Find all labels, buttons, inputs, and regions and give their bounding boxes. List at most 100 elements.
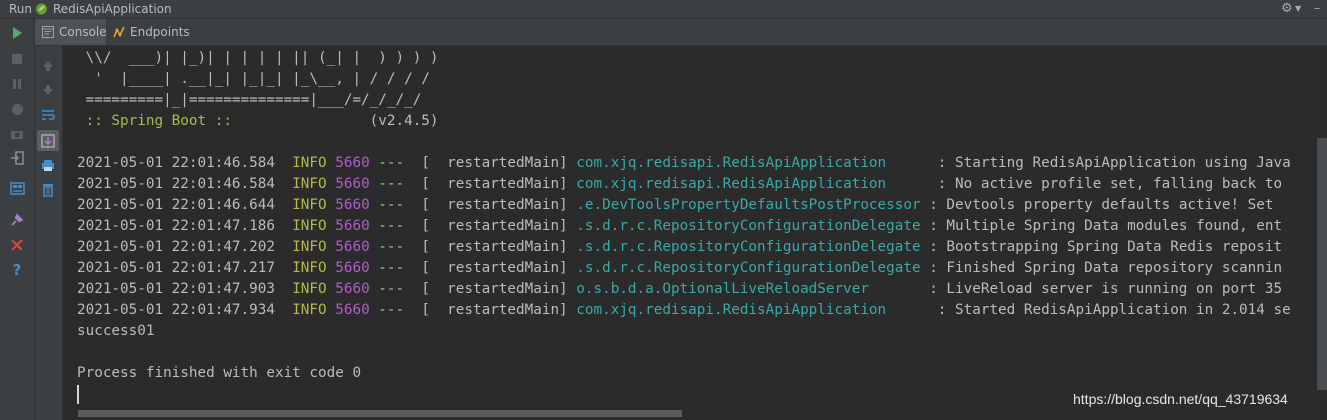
tool-window-tabs: Console Endpoints xyxy=(35,19,1327,46)
spring-boot-line: :: Spring Boot :: (v2.4.5) xyxy=(77,111,439,132)
tab-endpoints[interactable]: Endpoints xyxy=(106,19,191,45)
banner-line: =========|_|==============|___/=/_/_/_/ xyxy=(77,92,422,108)
log-timestamp: 2021-05-01 22:01:47.934 xyxy=(77,302,275,318)
log-logger: com.xjq.redisapi.RedisApiApplication xyxy=(576,176,938,192)
log-message: : Started RedisApiApplication in 2.014 s… xyxy=(937,302,1291,318)
banner-line: \\/ ___)| |_)| | | | | || (_| | ) ) ) ) xyxy=(77,50,439,66)
log-logger: com.xjq.redisapi.RedisApiApplication xyxy=(576,155,938,171)
log-pid: 5660 xyxy=(335,302,370,318)
log-pid: 5660 xyxy=(335,176,370,192)
log-logger: com.xjq.redisapi.RedisApiApplication xyxy=(576,302,938,318)
log-pid: 5660 xyxy=(335,218,370,234)
log-level: INFO xyxy=(292,155,327,171)
log-logger: .e.DevToolsPropertyDefaultsPostProcessor xyxy=(576,197,921,213)
log-pid: 5660 xyxy=(335,239,370,255)
log-pid: 5660 xyxy=(335,281,370,297)
log-pid: 5660 xyxy=(335,197,370,213)
log-timestamp: 2021-05-01 22:01:47.217 xyxy=(77,260,275,276)
chevron-down-icon[interactable]: ▼ xyxy=(1295,0,1301,18)
log-thread: --- [ restartedMain] xyxy=(378,239,568,255)
log-timestamp: 2021-05-01 22:01:46.644 xyxy=(77,197,275,213)
soft-wrap-icon[interactable] xyxy=(40,107,56,123)
trash-icon[interactable] xyxy=(40,182,56,198)
log-logger: o.s.b.d.a.OptionalLiveReloadServer xyxy=(576,281,930,297)
watermark: https://blog.csdn.net/qq_43719634 xyxy=(1073,391,1288,407)
log-thread: --- [ restartedMain] xyxy=(378,218,568,234)
exit-icon[interactable] xyxy=(9,150,25,166)
log-line: 2021-05-01 22:01:47.934 INFO 5660 --- [ … xyxy=(77,300,1291,321)
spring-boot-label: :: Spring Boot :: xyxy=(77,113,241,129)
log-level: INFO xyxy=(292,302,327,318)
log-line: 2021-05-01 22:01:46.584 INFO 5660 --- [ … xyxy=(77,174,1282,195)
run-toolbar: ? xyxy=(0,19,35,420)
log-timestamp: 2021-05-01 22:01:47.186 xyxy=(77,218,275,234)
pause-icon[interactable] xyxy=(9,76,25,92)
tab-endpoints-label: Endpoints xyxy=(130,25,190,39)
endpoints-icon xyxy=(113,26,125,38)
log-thread: --- [ restartedMain] xyxy=(378,281,568,297)
spring-leaf-icon xyxy=(36,3,47,15)
process-finished-line: Process finished with exit code 0 xyxy=(77,365,362,381)
log-level: INFO xyxy=(292,281,327,297)
log-message: : Finished Spring Data repository scanni… xyxy=(920,260,1283,276)
scroll-to-end-icon[interactable] xyxy=(37,130,59,151)
console-toolbar xyxy=(35,46,63,420)
close-icon[interactable] xyxy=(9,237,25,253)
log-level: INFO xyxy=(292,176,327,192)
log-thread: --- [ restartedMain] xyxy=(378,260,568,276)
tab-console-label: Console xyxy=(59,25,107,39)
vertical-scrollbar[interactable] xyxy=(1317,138,1327,390)
log-timestamp: 2021-05-01 22:01:47.903 xyxy=(77,281,275,297)
log-line: 2021-05-01 22:01:47.186 INFO 5660 --- [ … xyxy=(77,216,1282,237)
log-message: : Devtools property defaults active! Set xyxy=(920,197,1274,213)
log-line: 2021-05-01 22:01:47.202 INFO 5660 --- [ … xyxy=(77,237,1282,258)
program-output-line: success01 xyxy=(77,323,155,339)
log-timestamp: 2021-05-01 22:01:46.584 xyxy=(77,176,275,192)
banner-line: ' |____| .__|_| |_|_| |_\__, | / / / / xyxy=(77,71,430,87)
spring-boot-version: (v2.4.5) xyxy=(240,113,439,129)
log-logger: .s.d.r.c.RepositoryConfigurationDelegate xyxy=(576,218,921,234)
minimize-icon[interactable]: – xyxy=(1314,0,1320,17)
log-logger: .s.d.r.c.RepositoryConfigurationDelegate xyxy=(576,239,921,255)
console-output[interactable]: \\/ ___)| |_)| | | | | || (_| | ) ) ) ) … xyxy=(63,46,1327,420)
log-message: : Starting RedisApiApplication using Jav… xyxy=(937,155,1291,171)
log-pid: 5660 xyxy=(335,260,370,276)
log-level: INFO xyxy=(292,197,327,213)
horizontal-scrollbar[interactable] xyxy=(78,410,682,417)
log-pid: 5660 xyxy=(335,155,370,171)
console-icon xyxy=(42,26,54,38)
tab-console[interactable]: Console xyxy=(35,19,107,45)
log-logger: .s.d.r.c.RepositoryConfigurationDelegate xyxy=(576,260,921,276)
log-thread: --- [ restartedMain] xyxy=(378,197,568,213)
log-level: INFO xyxy=(292,260,327,276)
gear-icon[interactable]: ⚙ xyxy=(1281,0,1293,18)
down-arrow-icon[interactable] xyxy=(40,82,56,98)
log-thread: --- [ restartedMain] xyxy=(378,155,568,171)
log-message: : Bootstrapping Spring Data Redis reposi… xyxy=(920,239,1283,255)
log-line: 2021-05-01 22:01:47.217 INFO 5660 --- [ … xyxy=(77,258,1282,279)
log-timestamp: 2021-05-01 22:01:47.202 xyxy=(77,239,275,255)
run-title-bar: Run RedisApiApplication ⚙ ▼ – xyxy=(0,0,1327,19)
camera-icon[interactable] xyxy=(9,126,25,142)
log-message: : LiveReload server is running on port 3… xyxy=(929,281,1283,297)
log-message: : Multiple Spring Data modules found, en… xyxy=(920,218,1283,234)
debug-icon[interactable] xyxy=(9,101,25,117)
log-thread: --- [ restartedMain] xyxy=(378,176,568,192)
layout-icon[interactable] xyxy=(9,180,25,196)
run-label: Run xyxy=(9,2,33,16)
up-arrow-icon[interactable] xyxy=(40,58,56,74)
log-level: INFO xyxy=(292,218,327,234)
pin-icon[interactable] xyxy=(9,212,25,228)
log-line: 2021-05-01 22:01:46.584 INFO 5660 --- [ … xyxy=(77,153,1291,174)
help-icon[interactable]: ? xyxy=(9,261,25,279)
print-icon[interactable] xyxy=(40,157,56,173)
log-timestamp: 2021-05-01 22:01:46.584 xyxy=(77,155,275,171)
run-config-name[interactable]: RedisApiApplication xyxy=(53,0,172,18)
log-line: 2021-05-01 22:01:46.644 INFO 5660 --- [ … xyxy=(77,195,1274,216)
stop-icon[interactable] xyxy=(9,51,25,67)
log-level: INFO xyxy=(292,239,327,255)
log-thread: --- [ restartedMain] xyxy=(378,302,568,318)
log-line: 2021-05-01 22:01:47.903 INFO 5660 --- [ … xyxy=(77,279,1282,300)
run-icon[interactable] xyxy=(9,25,25,41)
text-caret xyxy=(77,385,79,404)
